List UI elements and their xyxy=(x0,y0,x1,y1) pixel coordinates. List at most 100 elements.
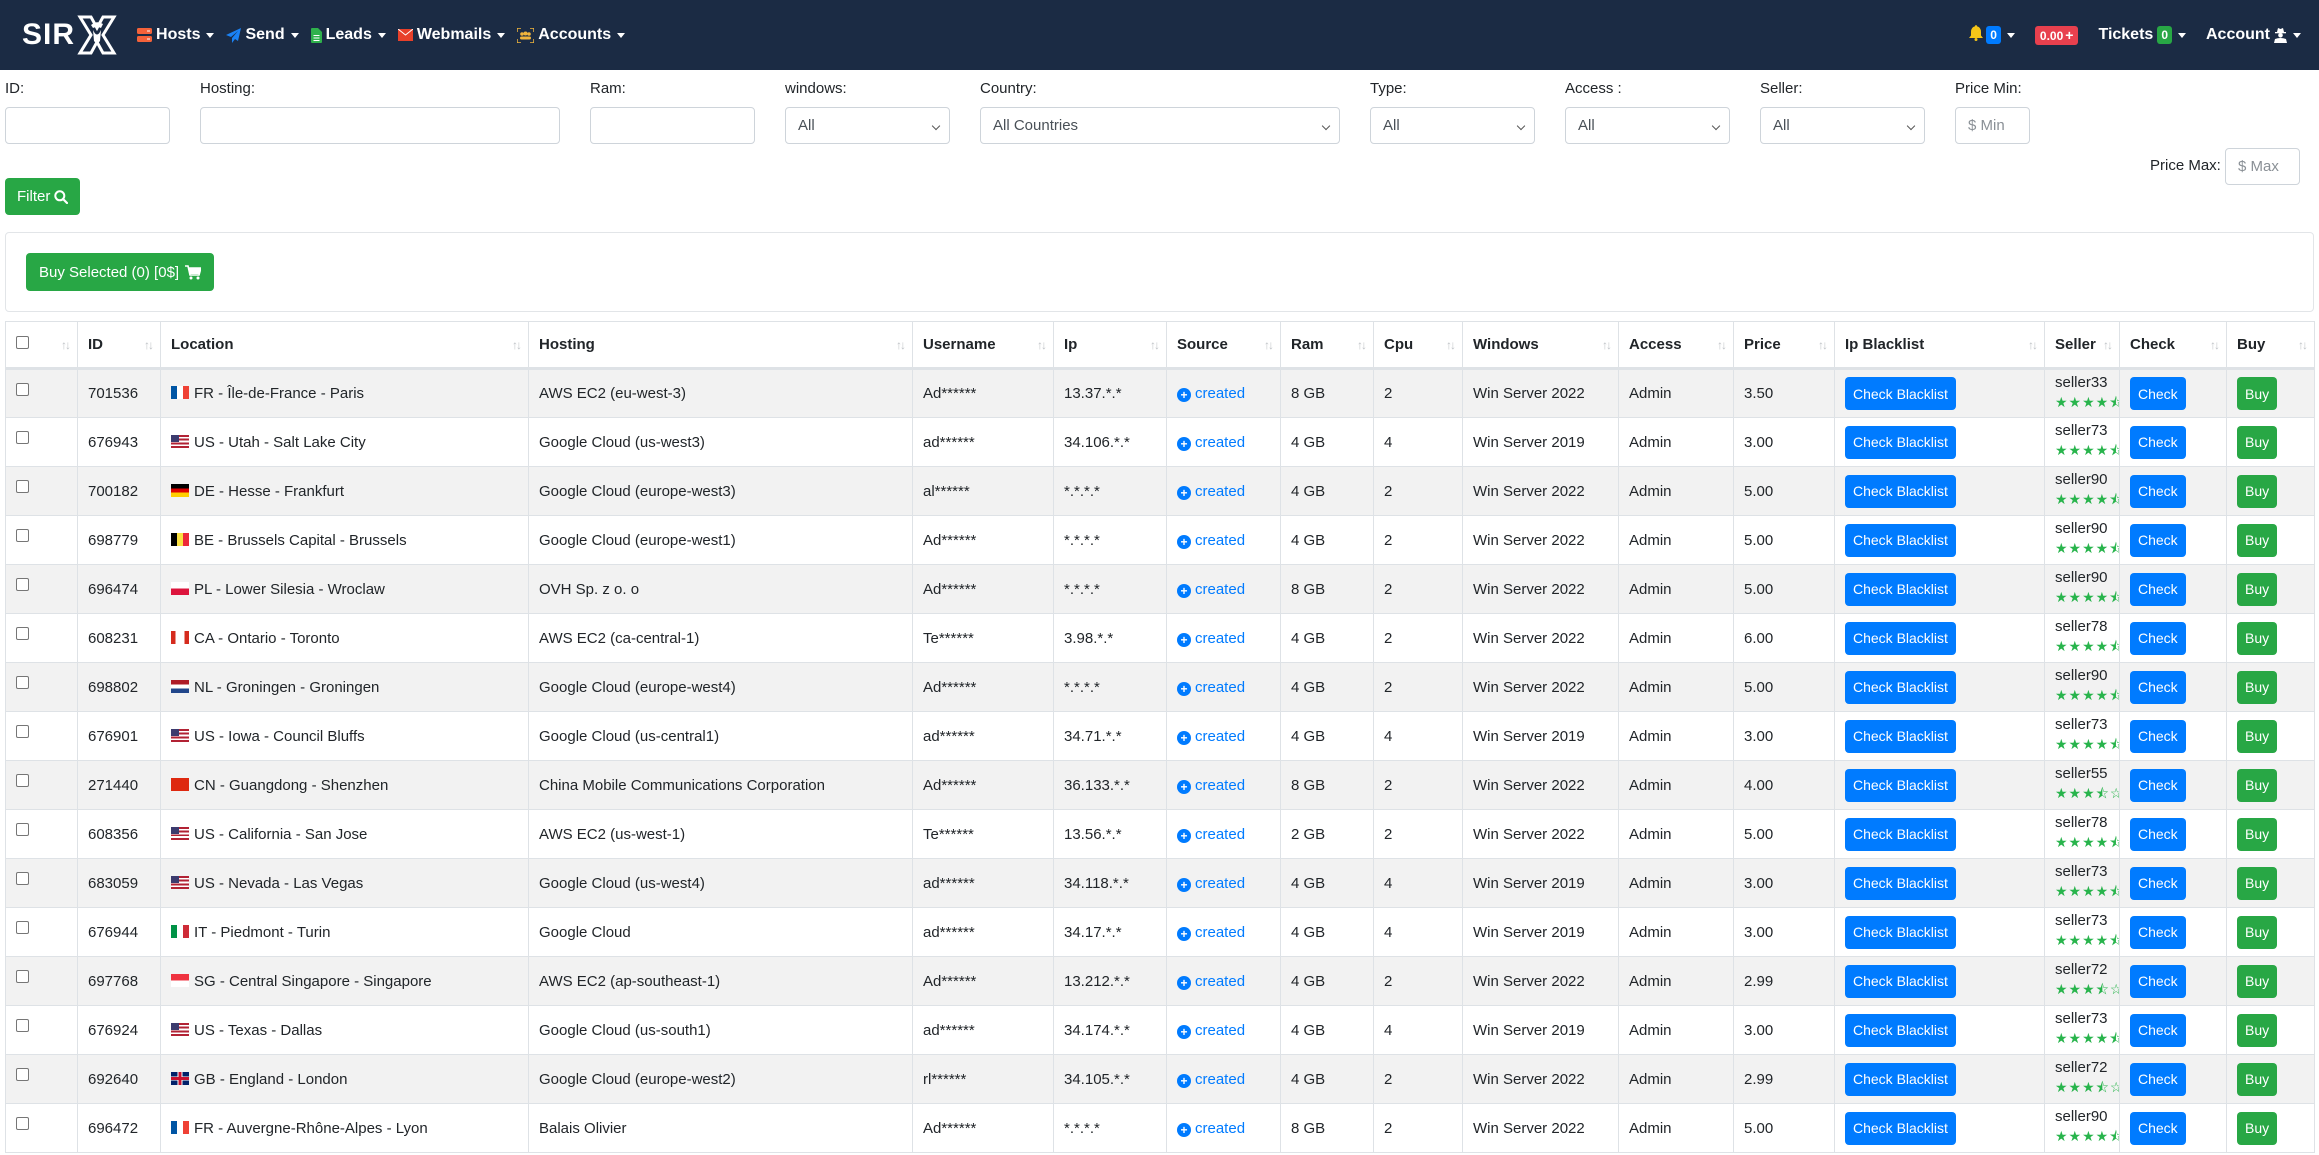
seller-name[interactable]: seller78 xyxy=(2055,618,2109,635)
source-link[interactable]: + created xyxy=(1177,385,1245,402)
row-checkbox[interactable] xyxy=(16,578,29,591)
price-max-input[interactable]: $ Max xyxy=(2225,148,2300,185)
buy-button[interactable]: Buy xyxy=(2237,915,2278,949)
row-checkbox[interactable] xyxy=(16,1117,29,1130)
row-checkbox[interactable] xyxy=(16,480,29,493)
check-button[interactable]: Check xyxy=(2130,719,2186,753)
buy-button[interactable]: Buy xyxy=(2237,523,2278,557)
seller-name[interactable]: seller90 xyxy=(2055,1108,2109,1125)
row-checkbox[interactable] xyxy=(16,627,29,640)
row-checkbox[interactable] xyxy=(16,872,29,885)
check-button[interactable]: Check xyxy=(2130,474,2186,508)
column-header-buy[interactable]: Buy ↑↓ xyxy=(2226,321,2315,370)
buy-button[interactable]: Buy xyxy=(2237,572,2278,606)
tickets-dropdown[interactable]: Tickets 0 xyxy=(2098,26,2186,44)
check-blacklist-button[interactable]: Check Blacklist xyxy=(1845,572,1956,606)
source-link[interactable]: + created xyxy=(1177,483,1245,500)
balance-button[interactable]: 0.00 + xyxy=(2034,25,2079,45)
seller-name[interactable]: seller73 xyxy=(2055,912,2109,929)
check-blacklist-button[interactable]: Check Blacklist xyxy=(1845,768,1956,802)
check-button[interactable]: Check xyxy=(2130,964,2186,998)
check-blacklist-button[interactable]: Check Blacklist xyxy=(1845,719,1956,753)
buy-button[interactable]: Buy xyxy=(2237,719,2278,753)
column-header-ip-blacklist[interactable]: Ip Blacklist ↑↓ xyxy=(1834,321,2045,370)
check-blacklist-button[interactable]: Check Blacklist xyxy=(1845,1013,1956,1047)
seller-select[interactable]: All xyxy=(1760,107,1925,144)
buy-button[interactable]: Buy xyxy=(2237,964,2278,998)
check-button[interactable]: Check xyxy=(2130,1111,2186,1145)
buy-button[interactable]: Buy xyxy=(2237,621,2278,655)
nav-leads[interactable]: Leads xyxy=(310,26,386,44)
source-link[interactable]: + created xyxy=(1177,826,1245,843)
column-header-ip[interactable]: Ip ↑↓ xyxy=(1053,321,1167,370)
check-button[interactable]: Check xyxy=(2130,768,2186,802)
column-header-windows[interactable]: Windows ↑↓ xyxy=(1462,321,1619,370)
seller-name[interactable]: seller73 xyxy=(2055,716,2109,733)
buy-button[interactable]: Buy xyxy=(2237,1013,2278,1047)
check-button[interactable]: Check xyxy=(2130,866,2186,900)
buy-button[interactable]: Buy xyxy=(2237,1111,2278,1145)
check-button[interactable]: Check xyxy=(2130,670,2186,704)
buy-button[interactable]: Buy xyxy=(2237,377,2278,410)
check-blacklist-button[interactable]: Check Blacklist xyxy=(1845,523,1956,557)
column-header-location[interactable]: Location ↑↓ xyxy=(160,321,529,370)
row-checkbox[interactable] xyxy=(16,823,29,836)
source-link[interactable]: + created xyxy=(1177,875,1245,892)
type-select[interactable]: All xyxy=(1370,107,1535,144)
ram-input[interactable] xyxy=(590,107,755,144)
source-link[interactable]: + created xyxy=(1177,777,1245,794)
check-button[interactable]: Check xyxy=(2130,523,2186,557)
row-checkbox[interactable] xyxy=(16,676,29,689)
column-header-price[interactable]: Price ↑↓ xyxy=(1733,321,1835,370)
row-checkbox[interactable] xyxy=(16,1019,29,1032)
check-blacklist-button[interactable]: Check Blacklist xyxy=(1845,474,1956,508)
check-blacklist-button[interactable]: Check Blacklist xyxy=(1845,915,1956,949)
brand-logo[interactable]: SIR xyxy=(22,15,117,55)
check-blacklist-button[interactable]: Check Blacklist xyxy=(1845,1111,1956,1145)
check-button[interactable]: Check xyxy=(2130,915,2186,949)
source-link[interactable]: + created xyxy=(1177,630,1245,647)
select-all-header[interactable]: ↑↓ xyxy=(5,321,78,370)
seller-name[interactable]: seller73 xyxy=(2055,1010,2109,1027)
source-link[interactable]: + created xyxy=(1177,973,1245,990)
column-header-hosting[interactable]: Hosting ↑↓ xyxy=(528,321,913,370)
row-checkbox[interactable] xyxy=(16,970,29,983)
id-input[interactable] xyxy=(5,107,170,144)
column-header-id[interactable]: ID ↑↓ xyxy=(77,321,161,370)
seller-name[interactable]: seller90 xyxy=(2055,520,2109,537)
seller-name[interactable]: seller90 xyxy=(2055,569,2109,586)
buy-button[interactable]: Buy xyxy=(2237,768,2278,802)
check-blacklist-button[interactable]: Check Blacklist xyxy=(1845,621,1956,655)
source-link[interactable]: + created xyxy=(1177,532,1245,549)
seller-name[interactable]: seller73 xyxy=(2055,422,2109,439)
nav-send[interactable]: Send xyxy=(226,26,299,44)
source-link[interactable]: + created xyxy=(1177,924,1245,941)
source-link[interactable]: + created xyxy=(1177,679,1245,696)
column-header-seller[interactable]: Seller ↑↓ xyxy=(2044,321,2120,370)
check-blacklist-button[interactable]: Check Blacklist xyxy=(1845,1062,1956,1096)
check-blacklist-button[interactable]: Check Blacklist xyxy=(1845,377,1956,410)
notifications-dropdown[interactable]: 0 xyxy=(1969,24,2015,46)
check-button[interactable]: Check xyxy=(2130,621,2186,655)
row-checkbox[interactable] xyxy=(16,431,29,444)
seller-name[interactable]: seller72 xyxy=(2055,961,2109,978)
buy-button[interactable]: Buy xyxy=(2237,866,2278,900)
seller-name[interactable]: seller78 xyxy=(2055,814,2109,831)
column-header-username[interactable]: Username ↑↓ xyxy=(912,321,1054,370)
select-all-checkbox[interactable] xyxy=(16,336,29,349)
source-link[interactable]: + created xyxy=(1177,1120,1245,1137)
row-checkbox[interactable] xyxy=(16,921,29,934)
check-button[interactable]: Check xyxy=(2130,1062,2186,1096)
seller-name[interactable]: seller72 xyxy=(2055,1059,2109,1076)
source-link[interactable]: + created xyxy=(1177,1071,1245,1088)
account-dropdown[interactable]: Account xyxy=(2206,26,2301,44)
buy-button[interactable]: Buy xyxy=(2237,474,2278,508)
check-blacklist-button[interactable]: Check Blacklist xyxy=(1845,425,1956,459)
source-link[interactable]: + created xyxy=(1177,581,1245,598)
check-blacklist-button[interactable]: Check Blacklist xyxy=(1845,964,1956,998)
row-checkbox[interactable] xyxy=(16,725,29,738)
buy-selected-button[interactable]: Buy Selected (0) [0$] xyxy=(26,253,215,291)
check-button[interactable]: Check xyxy=(2130,1013,2186,1047)
seller-name[interactable]: seller73 xyxy=(2055,863,2109,880)
price-min-input[interactable]: $ Min xyxy=(1955,107,2030,144)
